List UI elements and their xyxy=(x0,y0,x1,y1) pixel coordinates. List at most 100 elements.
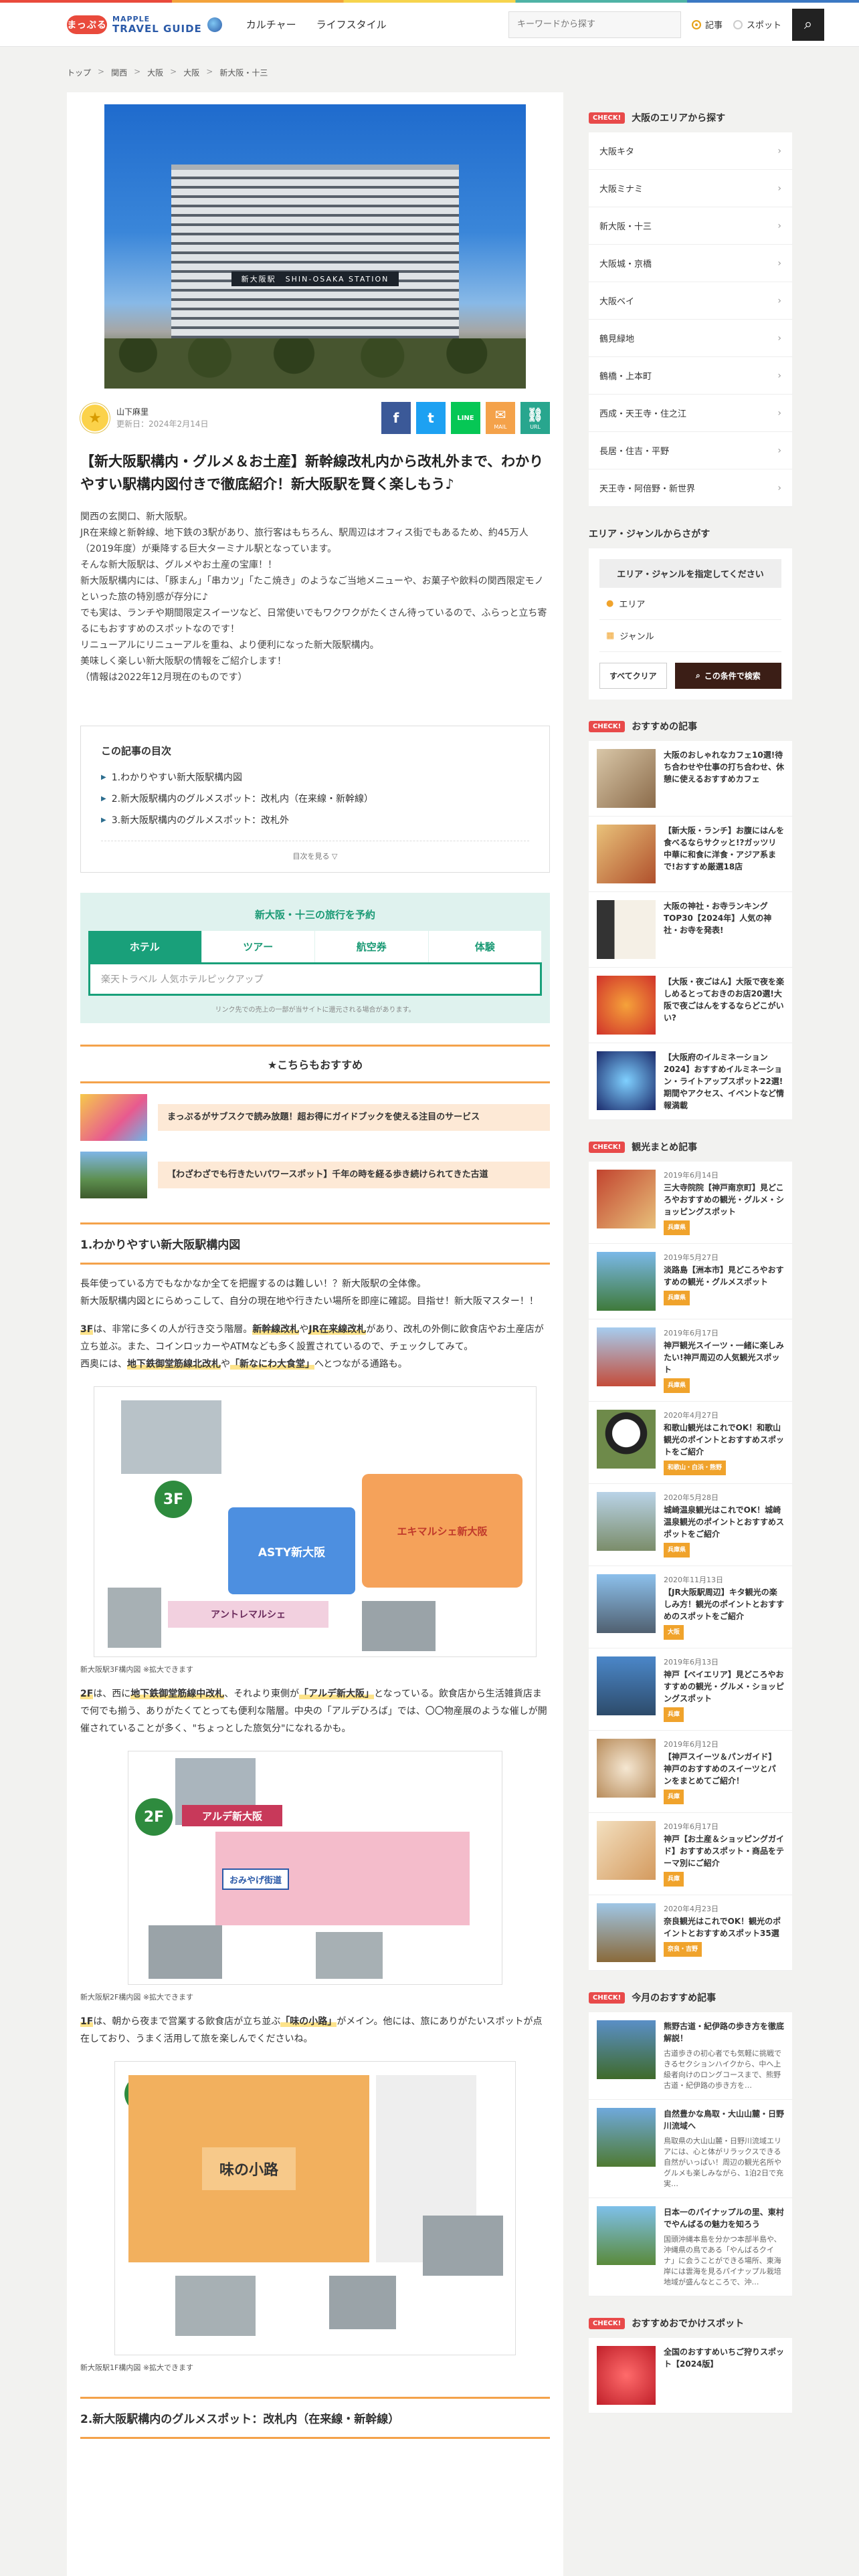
facebook-share-button[interactable]: f xyxy=(381,402,411,434)
article-thumbnail xyxy=(597,1574,656,1633)
recommend-thumbnail xyxy=(80,1094,147,1141)
logo-line2: TRAVEL GUIDE xyxy=(112,22,202,35)
area-item[interactable]: 西成・天王寺・住之江 › xyxy=(589,395,792,432)
toc-item[interactable]: ▶ 3.新大阪駅構内のグルメスポット：改札外 xyxy=(101,810,529,831)
breadcrumb-item[interactable]: 関西 xyxy=(111,67,127,78)
recommend-item[interactable]: まっぷるがサブスクで読み放題！超お得にガイドブックを使える注目のサービス xyxy=(80,1094,550,1141)
breadcrumb-item[interactable]: 大阪 xyxy=(183,67,199,78)
area-item[interactable]: 鶴橋・上本町 › xyxy=(589,357,792,395)
recommended-article[interactable]: 【大阪府のイルミネーション2024】おすすめイルミネーション・ライトアップスポッ… xyxy=(589,1043,792,1120)
chevron-right-icon: › xyxy=(777,332,781,344)
area-item[interactable]: 大阪キタ › xyxy=(589,132,792,170)
booking-note: リンク先での売上の一部が当サイトに還元される場合があります。 xyxy=(215,1006,415,1014)
map-caption: 新大阪駅2F構内図 ※拡大できます xyxy=(80,1993,194,2002)
genre-area-option[interactable]: ● エリア xyxy=(599,588,781,620)
booking-input[interactable]: 楽天トラベル 人気ホテルピックアップ xyxy=(88,962,542,996)
logo-line1: MAPPLE xyxy=(112,14,151,23)
site-logo[interactable]: まっぷる MAPPLE TRAVEL GUIDE xyxy=(67,15,222,34)
filter-search-button[interactable]: ⌕ この条件で検索 xyxy=(674,663,781,689)
radio-dot-icon xyxy=(691,19,701,29)
line-share-button[interactable]: LINE xyxy=(451,402,480,434)
area-item[interactable]: 大阪城・京橋 › xyxy=(589,245,792,282)
star-icon: ★ xyxy=(88,409,102,427)
recommended-article[interactable]: 【新大阪・ランチ】お腹にはんを食べるならサクッと!?ガッツリ中華に和食に洋食・ア… xyxy=(589,817,792,892)
recommend-thumbnail xyxy=(80,1152,147,1198)
genre-select[interactable]: エリア・ジャンルを指定してください xyxy=(599,559,781,588)
recommend-heading: ★こちらもおすすめ xyxy=(80,1045,550,1083)
matome-article[interactable]: 2019年6月14日 三大寺院院【神戸南京町】見どころやおすすめの観光・グルメ・シ… xyxy=(589,1162,792,1244)
article-thumbnail xyxy=(597,1656,656,1715)
nav-culture[interactable]: カルチャー xyxy=(246,17,296,31)
tab-hotel[interactable]: ホテル xyxy=(88,931,202,962)
area-item[interactable]: 天王寺・阿倍野・新世界 › xyxy=(589,469,792,507)
breadcrumb-item[interactable]: 新大阪・十三 xyxy=(219,67,268,78)
toc-item[interactable]: ▶ 1.わかりやすい新大阪駅構内図 xyxy=(101,767,529,788)
chevron-right-icon: › xyxy=(777,445,781,456)
monthly-article[interactable]: 自然豊かな鳥取・大山山麓・日野川流域へ 鳥取県の大山山麓・日野川流域エリアには、心… xyxy=(589,2100,792,2198)
area-item[interactable]: 大阪ベイ › xyxy=(589,282,792,320)
tab-activity[interactable]: 体験 xyxy=(428,931,542,962)
nav-lifestyle[interactable]: ライフスタイル xyxy=(316,17,387,31)
sidebar-heading: CHECK! おすすめの記事 xyxy=(589,720,792,733)
chevron-right-icon: › xyxy=(777,145,781,156)
matome-article[interactable]: 2020年5月28日 城崎温泉観光はこれでOK！城崎温泉観光のポイントとおすすめス… xyxy=(589,1484,792,1566)
monthly-article[interactable]: 熊野古道・紀伊路の歩き方を徹底解説！ 古道歩きの初心者でも気軽に挑戦できるセクショ… xyxy=(589,2012,792,2100)
recommended-article[interactable]: 【大阪・夜ごはん】大阪で夜を楽しめるとっておきのお店20選!大阪で夜ごはんをする… xyxy=(589,968,792,1043)
section-heading: 2.新大阪駅構内のグルメスポット：改札内（在来線・新幹線） xyxy=(80,2397,550,2439)
matome-article[interactable]: 2019年6月17日 神戸観光スイーツ・一緒に楽しみたい!神戸周辺の人気観光スポッ… xyxy=(589,1319,792,1402)
article-thumbnail xyxy=(597,2206,656,2265)
map-area-omiyage: おみやげ街道 xyxy=(222,1868,289,1890)
tab-tour[interactable]: ツアー xyxy=(201,931,315,962)
mail-share-button[interactable]: ✉ MAIL xyxy=(486,402,515,434)
matome-article[interactable]: 2019年5月27日 淡路島【洲本市】見どころやおすすめの観光・グルメスポット 兵庫… xyxy=(589,1244,792,1319)
tab-flight[interactable]: 航空券 xyxy=(315,931,429,962)
recommended-article[interactable]: 大阪の神社・お寺ランキングTOP30【2024年】人気の神社・お寺を発表! xyxy=(589,892,792,968)
genre-genre-option[interactable]: ▦ ジャンル xyxy=(599,620,781,652)
facebook-icon: f xyxy=(393,410,399,426)
floor-map-1f[interactable]: 1F 味の小路 xyxy=(114,2061,516,2355)
toc-item[interactable]: ▶ 2.新大阪駅構内のグルメスポット：改札内（在来線・新幹線） xyxy=(101,788,529,810)
url-share-button[interactable]: ⛓ URL xyxy=(520,402,550,434)
matome-article[interactable]: 2019年6月17日 神戸【お土産＆ショッピングガイド】おすすめスポット・商品をテ… xyxy=(589,1813,792,1895)
monthly-article[interactable]: 日本一のパイナップルの里、東村でやんばるの魅力を知ろう 国頭沖縄本島を分かつ本部半… xyxy=(589,2198,792,2296)
radio-spot[interactable]: スポット xyxy=(733,18,781,31)
radio-article[interactable]: 記事 xyxy=(691,18,723,31)
author-row: ★ 山下麻里 更新日：2024年2月14日 f t LINE ✉ MAIL ⛓ UR… xyxy=(80,398,550,438)
main-nav: カルチャー ライフスタイル xyxy=(246,17,387,31)
share-buttons: f t LINE ✉ MAIL ⛓ URL xyxy=(381,402,550,434)
article-main: 新大阪駅 SHIN-OSAKA STATION ★ 山下麻里 更新日：2024年2… xyxy=(67,92,563,2576)
toc-more-button[interactable]: 目次を見る ▽ xyxy=(101,841,529,865)
area-item[interactable]: 新大阪・十三 › xyxy=(589,207,792,245)
floor-badge-3f: 3F xyxy=(155,1481,192,1518)
chevron-right-icon: › xyxy=(777,482,781,494)
map-area-ekimarche: エキマルシェ新大阪 xyxy=(362,1474,522,1588)
matome-article[interactable]: 2020年11月13日 【JR大阪駅周辺】キタ観光の楽しみ方！観光のポイントとおす… xyxy=(589,1566,792,1648)
matome-article[interactable]: 2020年4月23日 奈良観光はこれでOK！観光のポイントとおすすめスポット35選… xyxy=(589,1895,792,1971)
booking-widget: 新大阪・十三の旅行を予約 ホテル ツアー 航空券 体験 楽天トラベル 人気ホテル… xyxy=(80,893,550,1023)
station-building: 新大阪駅 SHIN-OSAKA STATION xyxy=(171,165,459,352)
clear-button[interactable]: すべてクリア xyxy=(599,663,667,689)
matome-article[interactable]: 2019年6月13日 神戸【ベイエリア】見どころやおすすめの観光・グルメ・ショッピ… xyxy=(589,1648,792,1731)
chevron-right-icon: › xyxy=(777,183,781,194)
search-input[interactable] xyxy=(508,11,681,38)
matome-list: 2019年6月14日 三大寺院院【神戸南京町】見どころやおすすめの観光・グルメ・シ… xyxy=(589,1162,792,1971)
search-button[interactable]: ⌕ xyxy=(792,8,824,41)
breadcrumb-item[interactable]: 大阪 xyxy=(147,67,163,78)
twitter-share-button[interactable]: t xyxy=(416,402,446,434)
area-item[interactable]: 鶴見緑地 › xyxy=(589,320,792,357)
article-thumbnail xyxy=(597,2346,656,2405)
odekake-article[interactable]: 全国のおすすめいちご狩りスポット【2024版】 xyxy=(589,2338,792,2413)
author-name[interactable]: 山下麻里 xyxy=(116,406,208,418)
recommended-article[interactable]: 大阪のおしゃれなカフェ10選!待ち合わせや仕事の打ち合わせ、休憩に使えるおすすめ… xyxy=(589,741,792,817)
area-item[interactable]: 長居・住吉・平野 › xyxy=(589,432,792,469)
updated-date: 更新日：2024年2月14日 xyxy=(116,419,209,429)
floor-map-3f[interactable]: 3F ASTY新大阪 エキマルシェ新大阪 アントレマルシェ xyxy=(94,1386,537,1657)
matome-article[interactable]: 2019年6月12日 【神戸スイーツ＆パンガイド】神戸のおすすめのスイーツとパンを… xyxy=(589,1731,792,1813)
area-item[interactable]: 大阪ミナミ › xyxy=(589,170,792,207)
pin-icon: ● xyxy=(606,599,614,609)
genre-search-box: エリア・ジャンルを指定してください ● エリア ▦ ジャンル すべてクリア ⌕ この条… xyxy=(589,548,792,700)
floor-map-2f[interactable]: 2F アルデ新大阪 おみやげ街道 xyxy=(128,1751,502,1985)
breadcrumb-item[interactable]: トップ xyxy=(67,67,91,78)
recommend-item[interactable]: 【わざわざでも行きたいパワースポット】千年の時を経る歩き続けられてきた古道 xyxy=(80,1152,550,1198)
matome-article[interactable]: 2020年4月27日 和歌山観光はこれでOK！和歌山観光のポイントとおすすめスポッ… xyxy=(589,1402,792,1484)
